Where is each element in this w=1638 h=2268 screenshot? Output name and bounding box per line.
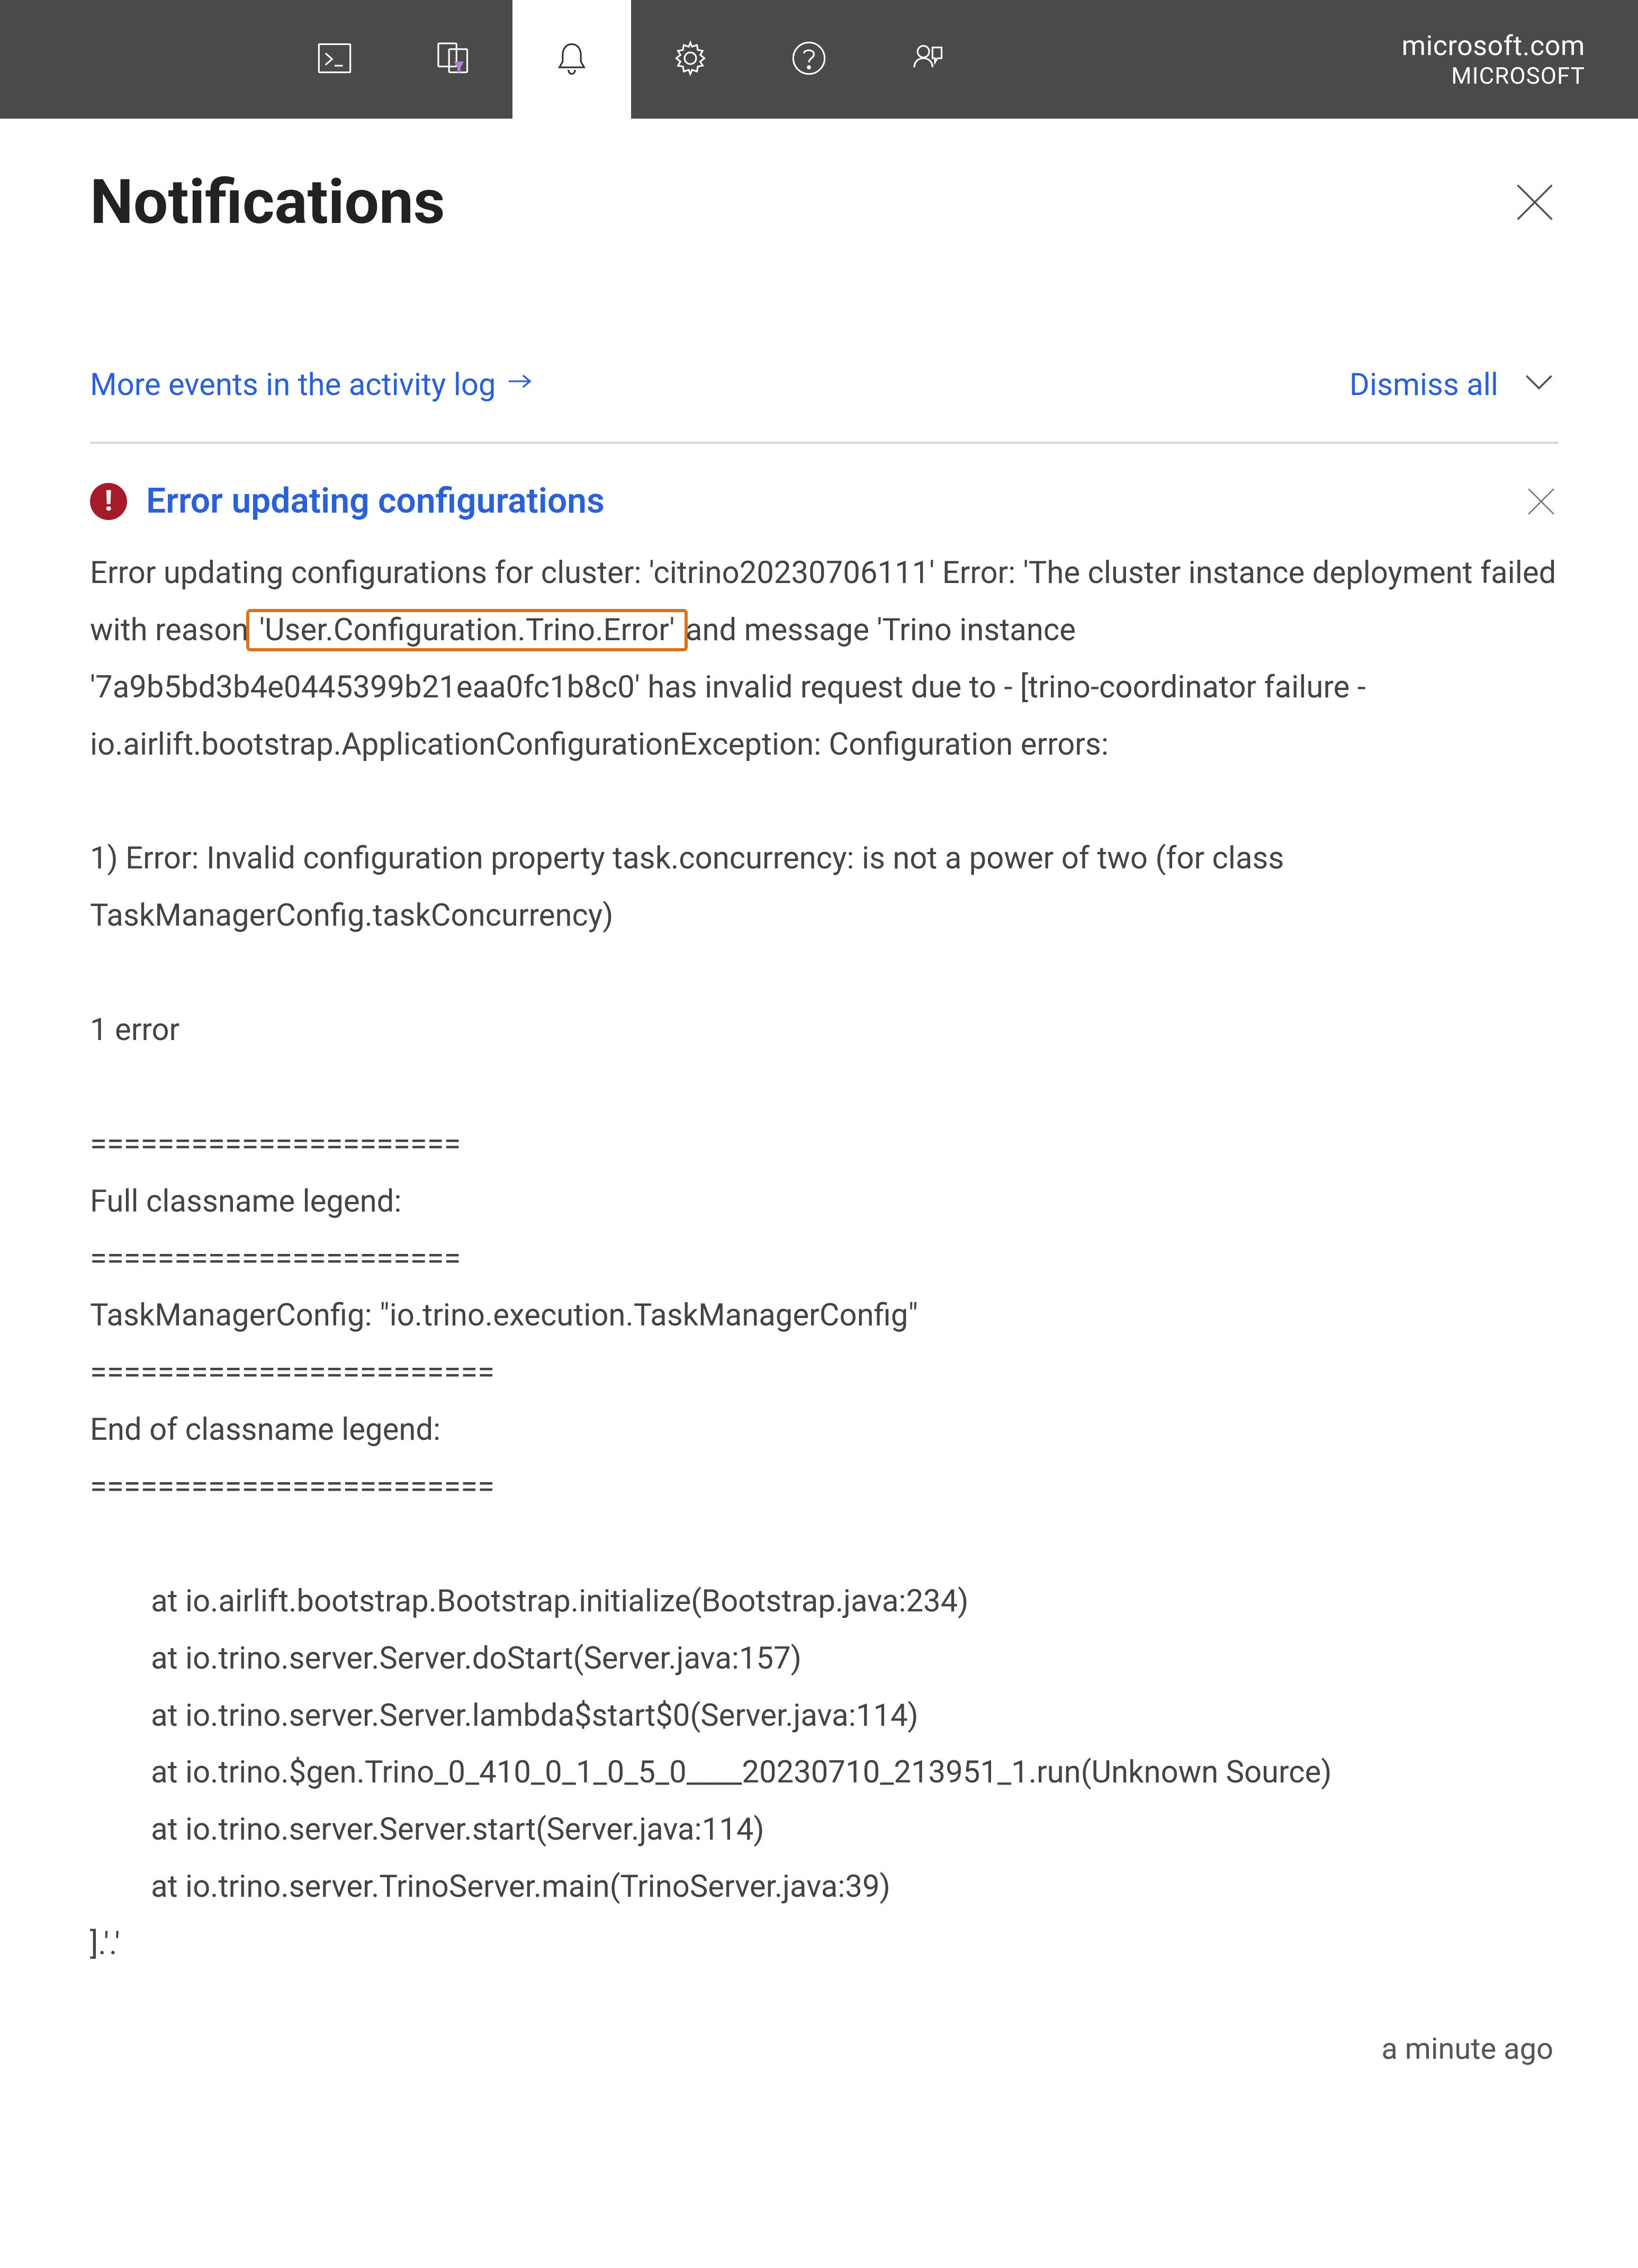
notification-header: ! Error updating configurations <box>90 481 1559 522</box>
global-header: microsoft.com MICROSOFT <box>0 0 1638 119</box>
panel-action-row: More events in the activity log Dismiss … <box>90 365 1559 444</box>
panel-header: Notifications <box>90 166 1559 238</box>
notifications-panel: Notifications More events in the activit… <box>0 119 1638 2066</box>
error-reason-highlight: 'User.Configuration.Trino.Error' <box>246 609 687 651</box>
chevron-down-icon <box>1519 362 1559 409</box>
notification-timestamp: a minute ago <box>90 2031 1559 2066</box>
directory-filter-icon <box>433 38 474 81</box>
notification-body-post: and message 'Trino instance '7a9b5bd3b4e… <box>90 612 1373 1962</box>
arrow-right-icon <box>505 366 534 404</box>
bell-icon <box>551 38 592 81</box>
activity-log-link-label: More events in the activity log <box>90 367 496 403</box>
account-org: MICROSOFT <box>1451 62 1585 89</box>
account-domain: microsoft.com <box>1401 30 1585 62</box>
panel-title: Notifications <box>90 166 1511 238</box>
cloud-shell-icon <box>314 38 355 81</box>
help-button[interactable] <box>750 0 868 119</box>
settings-button[interactable] <box>631 0 750 119</box>
help-icon <box>788 38 830 81</box>
notification-item: ! Error updating configurations Error up… <box>90 481 1559 2066</box>
dismiss-notification-button[interactable] <box>1524 484 1559 519</box>
activity-log-link[interactable]: More events in the activity log <box>90 366 534 404</box>
notifications-button[interactable] <box>512 0 631 119</box>
feedback-button[interactable] <box>868 0 987 119</box>
error-icon: ! <box>90 483 127 520</box>
cloud-shell-button[interactable] <box>275 0 394 119</box>
notification-body: Error updating configurations for cluste… <box>90 545 1559 1973</box>
directory-filter-button[interactable] <box>394 0 512 119</box>
feedback-icon <box>907 38 948 81</box>
account-info[interactable]: microsoft.com MICROSOFT <box>1401 0 1638 119</box>
notification-title[interactable]: Error updating configurations <box>146 481 1505 522</box>
close-icon <box>1524 511 1559 521</box>
collapse-all-button[interactable] <box>1519 365 1559 405</box>
close-icon <box>1511 218 1559 228</box>
close-panel-button[interactable] <box>1511 178 1559 226</box>
gear-icon <box>670 38 711 81</box>
dismiss-all-link[interactable]: Dismiss all <box>1349 367 1498 403</box>
